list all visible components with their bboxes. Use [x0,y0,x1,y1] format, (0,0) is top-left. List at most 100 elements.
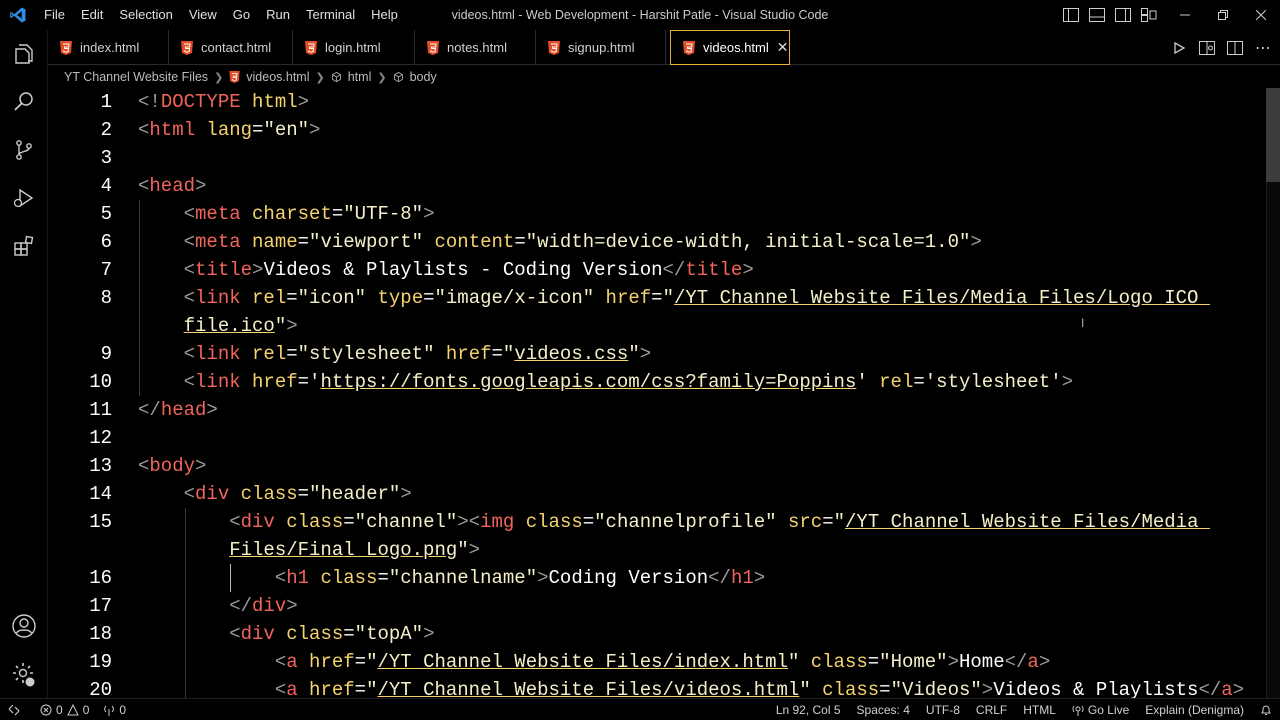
code-token: href [605,287,652,309]
menu-run[interactable]: Run [258,0,298,30]
close-window-icon[interactable] [1242,0,1280,30]
code-line[interactable]: <body> [138,452,206,480]
code-token: = [879,679,891,698]
toggle-secondary-sidebar-icon[interactable] [1114,6,1132,24]
notifications-bell-icon[interactable] [1260,704,1272,716]
code-line[interactable]: <html lang="en"> [138,116,320,144]
restore-icon[interactable] [1204,0,1242,30]
breadcrumb-folder[interactable]: YT Channel Website Files [64,70,208,84]
code-line[interactable]: <div class="channel"><img class="channel… [138,508,1210,536]
explorer-icon[interactable] [0,30,48,78]
html-file-icon [548,40,560,55]
code-line[interactable]: <link href='https://fonts.googleapis.com… [138,368,1073,396]
vertical-scrollbar[interactable] [1266,88,1280,698]
run-debug-icon[interactable] [0,174,48,222]
tab-signup-html[interactable]: signup.html [536,30,666,65]
code-line[interactable]: <head> [138,172,206,200]
code-line[interactable]: </div> [138,592,297,620]
go-live-button[interactable]: Go Live [1072,703,1129,717]
code-editor[interactable]: 1 <!DOCTYPE html> 2 <html lang="en"> 3 4 <head… [48,88,1280,698]
code-token: /YT Channel Website Files/Media Files/Lo… [673,287,1210,309]
run-icon[interactable] [1170,39,1188,57]
ports-status[interactable]: 0 [103,703,126,717]
menu-file[interactable]: File [36,0,73,30]
code-line[interactable]: <div class="header"> [138,480,412,508]
code-line[interactable]: <a href="/YT Channel Website Files/index… [138,648,1050,676]
source-control-icon[interactable] [0,126,48,174]
code-token: </ [708,567,731,589]
code-line[interactable]: <link rel="icon" type="image/x-icon" hre… [138,284,1210,312]
code-line[interactable]: <!DOCTYPE html> [138,88,309,116]
menu-help[interactable]: Help [363,0,406,30]
code-token: < [229,623,241,645]
accounts-icon[interactable] [0,602,48,650]
breadcrumb-body[interactable]: body [410,70,437,84]
language-mode[interactable]: HTML [1023,703,1056,717]
code-token: < [183,259,196,281]
code-token: href [445,343,492,365]
close-tab-icon[interactable]: ✕ [777,39,789,56]
tab-label: videos.html [703,40,769,55]
code-line[interactable]: <h1 class="channelname">Coding Version</… [138,564,765,592]
line-number: 3 [100,147,112,169]
end-of-line[interactable]: CRLF [976,703,1007,717]
code-token: </ [1004,651,1028,673]
extensions-icon[interactable] [0,222,48,270]
breadcrumb-html[interactable]: html [348,70,372,84]
code-line[interactable]: <meta charset="UTF-8"> [138,200,435,228]
menu-selection[interactable]: Selection [111,0,180,30]
tab-login-html[interactable]: login.html [293,30,415,65]
toggle-panel-icon[interactable] [1088,6,1106,24]
code-line[interactable]: <meta name="viewport" content="width=dev… [138,228,982,256]
code-line[interactable]: <div class="topA"> [138,620,434,648]
code-token: div [240,623,275,645]
tab-contact-html[interactable]: contact.html [169,30,293,65]
tab-notes-html[interactable]: notes.html [415,30,536,65]
minimize-icon[interactable] [1166,0,1204,30]
code-line[interactable]: <title>Videos & Playlists - Coding Versi… [138,256,754,284]
code-token: " [628,343,640,365]
tab-index-html[interactable]: index.html [48,30,169,65]
remote-icon[interactable] [8,704,20,716]
code-line[interactable]: <a href="/YT Channel Website Files/video… [138,676,1244,698]
cursor-position[interactable]: Ln 92, Col 5 [776,703,841,717]
code-token: h1 [286,567,310,589]
code-token: "Videos" [890,679,982,698]
open-preview-icon[interactable] [1198,39,1216,57]
split-editor-icon[interactable] [1226,39,1244,57]
search-icon[interactable] [0,78,48,126]
tab-videos-html[interactable]: videos.html ✕ [670,30,790,65]
menu-edit[interactable]: Edit [73,0,111,30]
code-line[interactable]: Files/Final Logo.png"> [138,536,480,564]
code-token: /YT Channel Website Files/Media [845,511,1210,533]
code-token: h1 [730,567,754,589]
menu-go[interactable]: Go [225,0,258,30]
customize-layout-icon[interactable] [1140,6,1158,24]
breadcrumb-file[interactable]: videos.html [246,70,309,84]
code-line[interactable]: </head> [138,396,218,424]
code-token: > [400,483,412,505]
encoding[interactable]: UTF-8 [926,703,960,717]
menu-view[interactable]: View [181,0,225,30]
code-line[interactable]: <link rel="stylesheet" href="videos.css"… [138,340,652,368]
manage-gear-icon[interactable] [0,650,48,698]
scrollbar-thumb[interactable] [1266,88,1280,182]
activity-bar [0,30,48,698]
element-cube-icon [331,71,341,83]
menu-terminal[interactable]: Terminal [298,0,363,30]
code-token: /YT Channel Website Files/index.html [377,651,788,673]
layout-controls [1062,6,1158,24]
problems-status[interactable]: 0 0 [40,703,89,717]
more-actions-icon[interactable]: ⋯ [1254,39,1272,57]
indentation[interactable]: Spaces: 4 [857,703,910,717]
toggle-primary-sidebar-icon[interactable] [1062,6,1080,24]
code-line[interactable]: file.ico"> [138,312,298,340]
chevron-right-icon: ❯ [377,71,387,84]
code-token: "topA" [354,623,424,645]
explain-denigma[interactable]: Explain (Denigma) [1145,703,1244,717]
